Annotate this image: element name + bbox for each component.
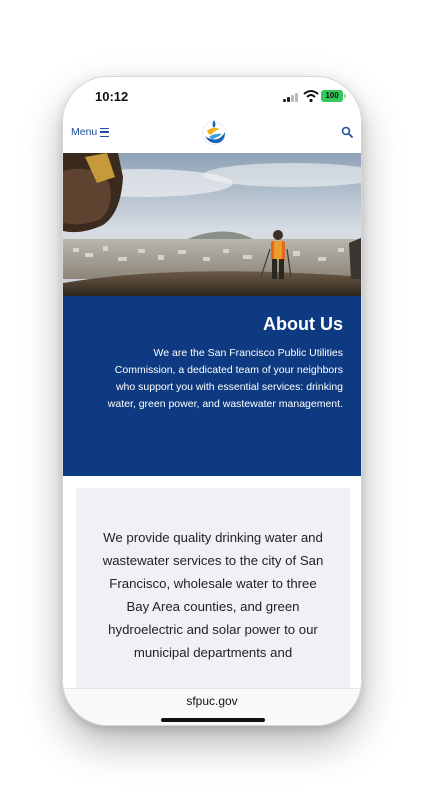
hamburger-icon: [100, 127, 110, 137]
hero-image: [63, 153, 361, 296]
wifi-icon: [303, 90, 319, 103]
sfpuc-logo[interactable]: [200, 117, 228, 149]
site-header: Menu: [63, 117, 361, 153]
menu-button[interactable]: Menu: [71, 126, 110, 138]
search-icon[interactable]: [341, 126, 353, 138]
menu-label: Menu: [71, 126, 98, 138]
battery-icon: 100: [321, 90, 346, 102]
status-bar: 10:12 100: [63, 77, 361, 117]
about-description: We are the San Francisco Public Utilitie…: [107, 347, 343, 410]
signal-icon: [283, 92, 299, 102]
content-section: We provide quality drinking water and wa…: [63, 476, 361, 698]
about-section: About Us We are the San Francisco Public…: [63, 296, 361, 476]
status-time: 10:12: [95, 89, 129, 104]
battery-level: 100: [325, 91, 339, 100]
about-title: About Us: [263, 314, 343, 334]
info-paragraph: We provide quality drinking water and wa…: [102, 530, 324, 660]
info-card: We provide quality drinking water and wa…: [76, 488, 350, 698]
home-indicator[interactable]: [161, 718, 265, 722]
phone-frame: 10:12 100 Menu About Us We are the San F…: [62, 76, 362, 726]
browser-url-bar[interactable]: sfpuc.gov: [63, 688, 361, 725]
url-text: sfpuc.gov: [186, 694, 238, 708]
